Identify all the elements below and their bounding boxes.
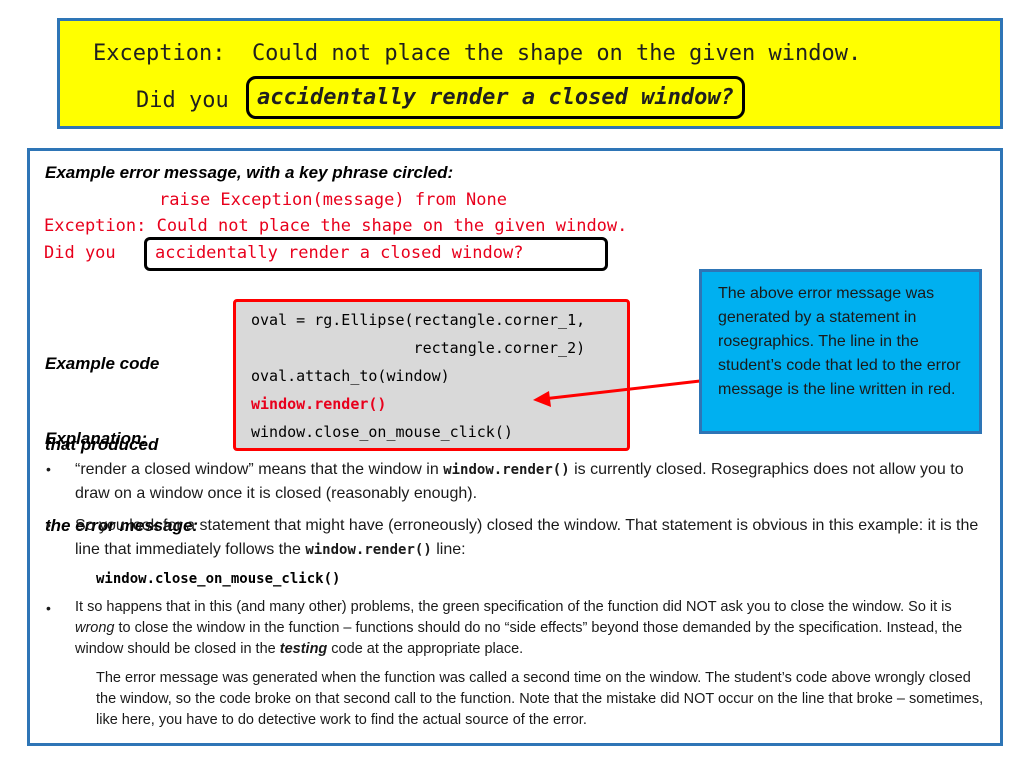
bullet-marker: • bbox=[46, 600, 51, 616]
error-line-exception: Exception: Could not place the shape on … bbox=[44, 216, 628, 236]
banner-error-line: Exception: Could not place the shape on … bbox=[93, 41, 862, 66]
pointer-arrow-icon bbox=[533, 379, 701, 407]
text: line: bbox=[431, 541, 466, 558]
explanation-bullet-2: So you look for a statement that might h… bbox=[75, 514, 995, 562]
text: “render a closed window” means that the … bbox=[75, 461, 444, 478]
heading-line: Example code bbox=[45, 354, 160, 373]
bullet-2-code-line: window.close_on_mouse_click() bbox=[96, 571, 341, 587]
text: code at the appropriate place. bbox=[327, 641, 524, 657]
bullet-marker: • bbox=[46, 517, 51, 533]
error-line-raise: raise Exception(message) from None bbox=[159, 190, 507, 210]
explanation-bullet-3: It so happens that in this (and many oth… bbox=[75, 597, 980, 660]
closing-paragraph: The error message was generated when the… bbox=[96, 670, 984, 728]
text: So you look for a statement that might h… bbox=[75, 517, 979, 558]
code-line: oval = rg.Ellipse(rectangle.corner_1, bbox=[251, 311, 586, 329]
explanation-bullet-1: “render a closed window” means that the … bbox=[75, 458, 975, 506]
code-line-highlighted: window.render() bbox=[251, 395, 387, 413]
inline-code: window.render() bbox=[443, 462, 570, 478]
note-callout: The above error message was generated by… bbox=[699, 269, 982, 434]
code-line: rectangle.corner_2) bbox=[251, 339, 586, 357]
example-error-heading: Example error message, with a key phrase… bbox=[45, 163, 454, 182]
code-line: oval.attach_to(window) bbox=[251, 367, 450, 385]
text: It so happens that in this (and many oth… bbox=[75, 599, 952, 615]
explanation-heading: Explanation: bbox=[45, 429, 148, 448]
explanation-panel: Example error message, with a key phrase… bbox=[27, 148, 1003, 746]
error-key-phrase: accidentally render a closed window? bbox=[155, 243, 524, 263]
emphasis: wrong bbox=[75, 620, 115, 636]
error-line-prefix: Did you bbox=[44, 243, 116, 263]
inline-code: window.render() bbox=[305, 542, 432, 558]
error-banner: Exception: Could not place the shape on … bbox=[57, 18, 1003, 129]
bullet-marker: • bbox=[46, 461, 51, 477]
banner-key-phrase: accidentally render a closed window? bbox=[246, 76, 745, 119]
code-line: window.close_on_mouse_click() bbox=[251, 423, 513, 441]
banner-prompt-prefix: Did you bbox=[136, 88, 229, 113]
emphasis: testing bbox=[279, 641, 328, 657]
